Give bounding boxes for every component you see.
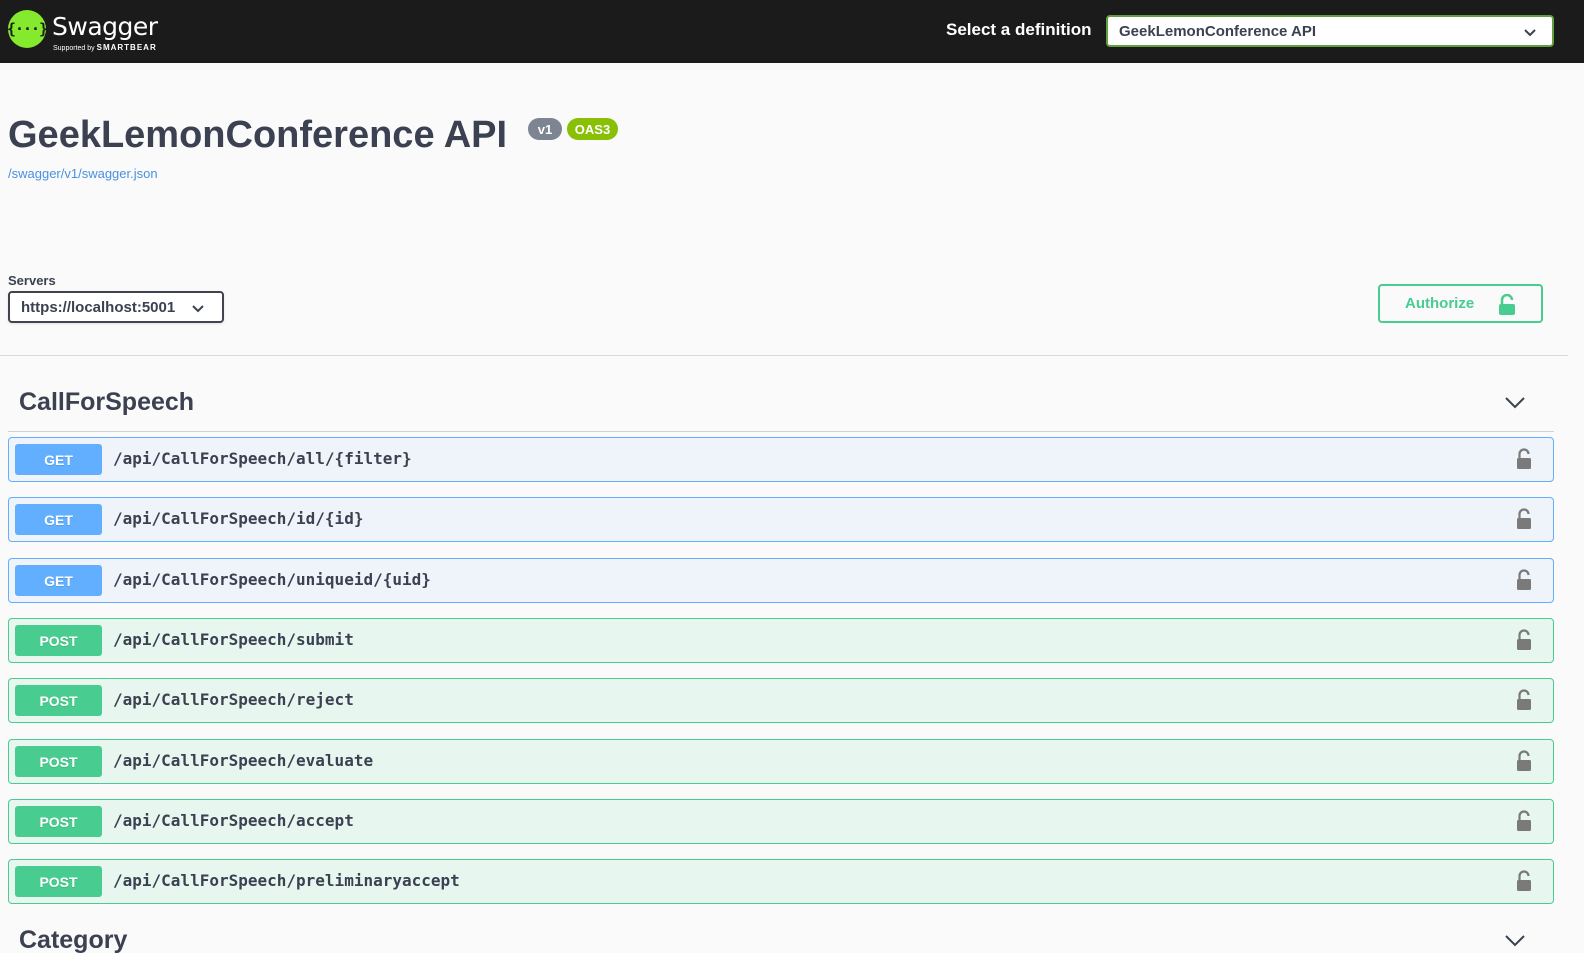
unlock-icon[interactable] <box>1515 689 1533 711</box>
operation-path: /api/CallForSpeech/submit <box>113 630 354 649</box>
operation-row[interactable]: POST/api/CallForSpeech/reject <box>8 678 1554 723</box>
method-badge: POST <box>15 625 102 656</box>
operation-path: /api/CallForSpeech/uniqueid/{uid} <box>113 570 431 589</box>
unlock-icon[interactable] <box>1515 629 1533 651</box>
api-title: GeekLemonConference API <box>8 114 508 156</box>
swagger-logo-icon: {···} <box>7 10 48 48</box>
unlock-icon[interactable] <box>1515 508 1533 530</box>
method-badge: GET <box>15 504 102 535</box>
tag-divider <box>8 431 1554 432</box>
definition-select-value: GeekLemonConference API <box>1119 22 1316 40</box>
chevron-down-icon[interactable] <box>1503 930 1527 950</box>
chevron-down-icon <box>192 305 204 313</box>
spec-json-link[interactable]: /swagger/v1/swagger.json <box>8 166 158 181</box>
unlock-icon <box>1499 294 1515 315</box>
swagger-logo[interactable]: {···} Swagger Supported by SMARTBEAR <box>7 10 167 54</box>
operation-path: /api/CallForSpeech/reject <box>113 690 354 709</box>
tag-title-category[interactable]: Category <box>19 926 127 953</box>
unlock-icon[interactable] <box>1515 810 1533 832</box>
logo-title: Swagger <box>52 12 158 41</box>
chevron-down-icon[interactable] <box>1503 392 1527 412</box>
section-divider <box>0 355 1568 356</box>
method-badge: POST <box>15 685 102 716</box>
method-badge: POST <box>15 746 102 777</box>
topbar: {···} Swagger Supported by SMARTBEAR Sel… <box>0 0 1584 63</box>
operation-path: /api/CallForSpeech/all/{filter} <box>113 449 412 468</box>
server-select[interactable]: https://localhost:5001 <box>8 291 224 323</box>
unlock-icon[interactable] <box>1515 448 1533 470</box>
unlock-icon[interactable] <box>1515 750 1533 772</box>
operation-row[interactable]: GET/api/CallForSpeech/uniqueid/{uid} <box>8 558 1554 603</box>
chevron-down-icon <box>1524 29 1536 37</box>
operation-row[interactable]: POST/api/CallForSpeech/submit <box>8 618 1554 663</box>
servers-label: Servers <box>8 273 56 288</box>
operation-row[interactable]: POST/api/CallForSpeech/accept <box>8 799 1554 844</box>
tag-title-callforspeech[interactable]: CallForSpeech <box>19 388 194 417</box>
operation-path: /api/CallForSpeech/evaluate <box>113 751 374 770</box>
operation-path: /api/CallForSpeech/id/{id} <box>113 509 364 528</box>
authorize-button[interactable]: Authorize <box>1378 284 1543 323</box>
method-badge: GET <box>15 565 102 596</box>
oas-badge: OAS3 <box>567 118 618 140</box>
definition-label: Select a definition <box>946 20 1092 39</box>
operation-path: /api/CallForSpeech/accept <box>113 811 354 830</box>
method-badge: POST <box>15 866 102 897</box>
operation-row[interactable]: POST/api/CallForSpeech/preliminaryaccept <box>8 859 1554 904</box>
operation-row[interactable]: POST/api/CallForSpeech/evaluate <box>8 739 1554 784</box>
operation-row[interactable]: GET/api/CallForSpeech/id/{id} <box>8 497 1554 542</box>
unlock-icon[interactable] <box>1515 569 1533 591</box>
method-badge: GET <box>15 444 102 475</box>
logo-subtitle: Supported by SMARTBEAR <box>53 43 157 52</box>
authorize-label: Authorize <box>1405 295 1475 312</box>
unlock-icon[interactable] <box>1515 870 1533 892</box>
definition-select[interactable]: GeekLemonConference API <box>1106 15 1554 47</box>
version-badge: v1 <box>528 118 562 140</box>
method-badge: POST <box>15 806 102 837</box>
server-select-value: https://localhost:5001 <box>21 298 176 316</box>
operation-path: /api/CallForSpeech/preliminaryaccept <box>113 871 460 890</box>
operation-row[interactable]: GET/api/CallForSpeech/all/{filter} <box>8 437 1554 482</box>
